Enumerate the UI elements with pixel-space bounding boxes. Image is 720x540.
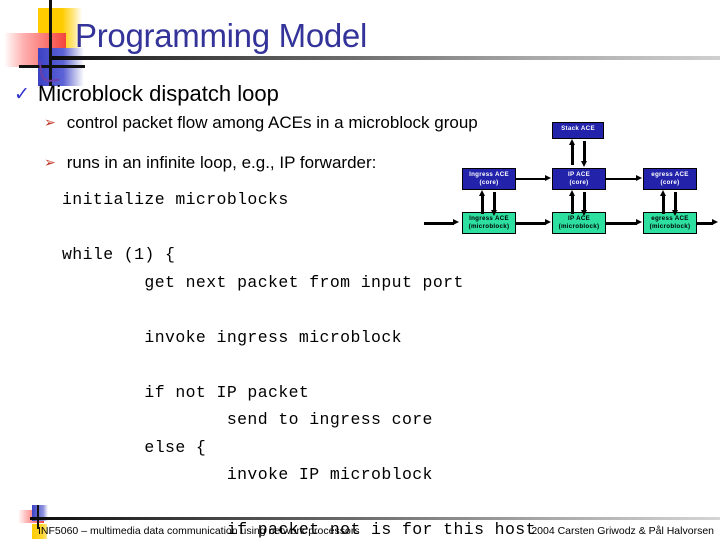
check-icon: ✓ [14, 84, 30, 105]
arrow-ipmicro-to-egressmicro-stem [606, 222, 637, 225]
arrow-ipcore-to-egresscore-stem [606, 178, 637, 180]
node-ingress-ace-core: Ingress ACE (core) [462, 168, 516, 190]
node-stack-ace-line1: Stack ACE [561, 125, 595, 132]
node-egress-ace-core-line1: egress ACE [651, 171, 689, 178]
arrow-ingressmicro-to-ipmicro-head [545, 219, 551, 225]
arrow-ingressmicro-to-core-up-head [479, 190, 485, 196]
node-ip-ace-microblock-line2: (microblock) [558, 223, 600, 230]
node-stack-ace: Stack ACE [552, 122, 604, 139]
arrow-ipmicro-to-core-up-head [569, 190, 575, 196]
node-ingress-ace-core-line1: Ingress ACE [469, 171, 509, 178]
node-ingress-ace-core-line2: (core) [479, 179, 499, 186]
arrow-bullet-icon: ➢ [44, 154, 56, 170]
arrow-egressmicro-to-output-stem [697, 222, 713, 225]
node-egress-ace-microblock-line2: (microblock) [649, 223, 691, 230]
arrow-ipmicro-to-core-up-stem [571, 194, 574, 214]
arrow-input-to-ingressmicro-head [453, 219, 459, 225]
arrow-ingresscore-to-micro-down-stem [493, 192, 496, 211]
arrow-ipcore-to-stack-down-head [581, 161, 587, 167]
node-ip-ace-microblock-line1: IP ACE [567, 215, 591, 222]
node-ip-ace-core-line1: IP ACE [567, 171, 591, 178]
bullet-level2-label-0: control packet flow among ACEs in a micr… [66, 113, 478, 132]
arrow-ingressmicro-to-ipmicro-stem [516, 222, 546, 225]
footer-course-label: INF5060 – multimedia data communication … [38, 525, 360, 537]
node-ingress-ace-microblock-line1: Ingress ACE [469, 215, 509, 222]
bullet-level1-label: Microblock dispatch loop [37, 81, 279, 106]
node-ip-ace-core-line2: (core) [569, 179, 589, 186]
arrow-ipcore-to-egresscore-head [636, 175, 642, 181]
arrow-egressmicro-to-core-up-head [660, 190, 666, 196]
bullet-level2-label-1: runs in an infinite loop, e.g., IP forwa… [66, 153, 377, 172]
node-ingress-ace-microblock-line2: (microblock) [468, 223, 510, 230]
arrow-egresscore-to-micro-down-stem [674, 192, 677, 211]
arrow-ipcore-to-micro-down-stem [583, 192, 586, 211]
footer-divider [30, 517, 720, 520]
arrow-bullet-icon: ➢ [44, 114, 56, 130]
arrow-egresscore-to-micro-down-head [672, 210, 678, 216]
title-divider [52, 56, 720, 60]
node-egress-ace-microblock-line1: egress ACE [651, 215, 689, 222]
node-ip-ace-microblock: IP ACE (microblock) [552, 212, 606, 234]
node-egress-ace-core: egress ACE (core) [643, 168, 697, 190]
ace-dispatch-diagram: Stack ACE Ingress ACE (core) IP ACE (cor… [424, 118, 720, 244]
node-ip-ace-core: IP ACE (core) [552, 168, 606, 190]
arrow-ingresscore-to-ipcore-head [545, 175, 551, 181]
arrow-ingresscore-to-micro-down-head [491, 210, 497, 216]
node-egress-ace-microblock: egress ACE (microblock) [643, 212, 697, 234]
arrow-ipmicro-to-egressmicro-head [636, 219, 642, 225]
arrow-input-to-ingressmicro-stem [424, 222, 454, 225]
slide-canvas: Programming Model ✓ Microblock dispatch l… [0, 0, 720, 540]
arrow-egressmicro-to-core-up-stem [662, 194, 665, 214]
arrow-ingresscore-to-ipcore-stem [516, 178, 546, 180]
node-ingress-ace-microblock: Ingress ACE (microblock) [462, 212, 516, 234]
arrow-stack-to-ipcore-up-head [569, 139, 575, 145]
arrow-egressmicro-to-output-head [712, 219, 718, 225]
arrow-ipcore-to-micro-down-head [581, 210, 587, 216]
bullet-level2-infinite-loop: ➢ runs in an infinite loop, e.g., IP forw… [44, 151, 376, 174]
arrow-ipcore-to-stack-down-stem [583, 141, 586, 162]
arrow-ingressmicro-to-core-up-stem [481, 194, 484, 214]
page-title: Programming Model [75, 17, 368, 54]
bullet-level2-control-packet-flow: ➢ control packet flow among ACEs in a mic… [44, 111, 478, 134]
node-egress-ace-core-line2: (core) [660, 179, 680, 186]
footer-authors-label: 2004 Carsten Griwodz & Pål Halvorsen [531, 525, 714, 537]
arrow-stack-to-ipcore-up-stem [571, 143, 574, 165]
bullet-level1-microblock-dispatch-loop: ✓ Microblock dispatch loop [14, 80, 279, 108]
